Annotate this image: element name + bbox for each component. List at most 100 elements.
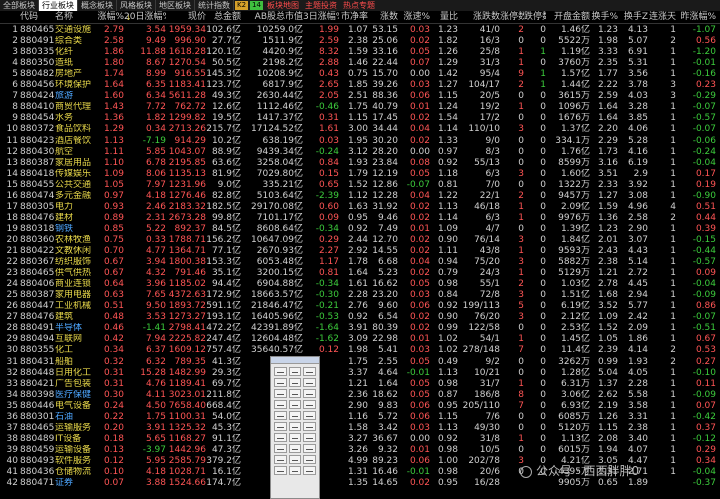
draw-tool-icon[interactable] (303, 400, 316, 409)
draw-tool-icon[interactable] (288, 422, 302, 431)
draw-tool-icon[interactable] (274, 389, 287, 398)
col-header-name[interactable]: 名称 (55, 11, 93, 23)
table-row[interactable]: 35880446电气设备0.244.507658.40668.4亿47149.2… (0, 401, 720, 412)
draw-tool-icon[interactable] (288, 367, 302, 376)
draw-tool-icon[interactable] (274, 466, 287, 475)
col-header-price[interactable]: 现价 (166, 11, 206, 23)
col-header-mktcap[interactable]: AB股总市值 (241, 11, 303, 23)
table-row[interactable]: 3 880335 化纤 1.86 11.88 1618.28 120.1亿 4420.9亿 8.… (0, 47, 720, 58)
tab-style-boards[interactable]: 风格板块 (117, 0, 156, 11)
table-row[interactable]: 8 880410 商贸代理 1.43 7.72 762.72 12.6亿 1112.46亿 -0… (0, 102, 720, 113)
draw-tool-icon[interactable] (288, 455, 302, 464)
tab-all-boards[interactable]: 全部板块 (0, 0, 39, 11)
draw-tool-icon[interactable] (303, 378, 316, 387)
draw-tool-icon[interactable] (303, 411, 316, 420)
draw-tool-icon[interactable] (303, 433, 316, 442)
tab-concept-boards[interactable]: 概念板块 (78, 0, 117, 11)
draw-tool-icon[interactable] (288, 378, 302, 387)
draw-tool-icon[interactable] (288, 433, 302, 442)
draw-tool-icon[interactable] (288, 400, 302, 409)
draw-tool-icon[interactable] (274, 400, 287, 409)
table-row[interactable]: 42 880471 证券 0.07 3.88 1524.66 174.7亿 1.35 14.65… (0, 478, 720, 489)
col-header-chg20[interactable]: 20日涨幅% (124, 11, 166, 23)
table-row[interactable]: 16 880474 多元金融 0.97 4.18 1276.46 82.8亿 5103.64亿… (0, 191, 720, 202)
col-header-amount[interactable]: 总金额 (206, 11, 241, 23)
draw-tool-icon[interactable] (303, 422, 316, 431)
table-row[interactable]: 6 880456 环境保护 1.64 6.35 1183.41 123.7亿 6817.9亿 2… (0, 80, 720, 91)
col-header-pb[interactable]: 市净率 (340, 11, 368, 23)
badge-14[interactable]: 14 (250, 1, 263, 10)
draw-tool-icon[interactable] (303, 455, 316, 464)
table-row[interactable]: 1 880465 交通设施 2.79 3.54 1959.34 102.6亿 10259.0亿… (0, 25, 720, 36)
tab-region-boards[interactable]: 地区板块 (156, 0, 195, 11)
col-header-openamt[interactable]: 开盘金额 (546, 11, 590, 23)
draw-tool-icon[interactable] (303, 444, 316, 453)
col-header-chg3[interactable]: 3日涨幅% (303, 11, 339, 23)
tab-hot-topics[interactable]: 热点专题 (340, 0, 378, 11)
col-header-updays[interactable]: 连涨天 (648, 11, 676, 23)
table-row[interactable]: 21 880422 文教休闲 0.70 4.77 1364.71 77.1亿 2670.93亿… (0, 246, 720, 257)
draw-tool-icon[interactable] (303, 466, 316, 475)
table-row[interactable]: 36880301石油0.221.751100.3154.0亿24025.1.16… (0, 412, 720, 423)
table-row[interactable]: 2 880491 综合类 2.58 9.49 996.90 27.7亿 1511.9亿 2.59… (0, 36, 720, 47)
draw-tool-icon[interactable] (288, 444, 302, 453)
drawing-tool-palette[interactable] (270, 356, 320, 499)
col-header-limitdown[interactable]: 跌停数 (524, 11, 546, 23)
draw-tool-icon[interactable] (274, 378, 287, 387)
table-row[interactable]: 29 880494 互联网 0.42 7.94 2225.82 247.4亿 12604.48… (0, 334, 720, 345)
col-header-speed[interactable]: 涨速% (398, 11, 430, 23)
table-row[interactable]: 9 880454 水务 1.36 1.82 1299.82 19.5亿 1417.37亿 0.3… (0, 113, 720, 124)
draw-tool-icon[interactable] (274, 455, 287, 464)
table-row[interactable]: 39880459运输设备0.13-3.971442.9647.3亿2927.3.… (0, 445, 720, 456)
col-header-idx[interactable] (0, 11, 18, 23)
draw-tool-icon[interactable] (288, 466, 302, 475)
table-row[interactable]: 19 880318 钢铁 0.85 5.22 892.37 84.5亿 8608.64亿 -0.… (0, 224, 720, 235)
draw-tool-icon[interactable] (274, 411, 287, 420)
table-row[interactable]: 4 880350 造纸 1.80 8.67 1270.54 50.5亿 2198.2亿 2.88… (0, 58, 720, 69)
table-row[interactable]: 25 880387 家用电器 0.63 7.65 4372.63 172.9亿 18663.5… (0, 290, 720, 301)
tab-theme-invest[interactable]: 主题投资 (302, 0, 340, 11)
table-row[interactable]: 31880431船舶0.326.32789.3541.3亿3895.1.752.… (0, 357, 720, 368)
table-row[interactable]: 11 880423 酒店餐饮 1.13 -7.19 914.29 10.2亿 638.19亿 0… (0, 136, 720, 147)
tab-board-map[interactable]: 板块地图 (264, 0, 302, 11)
draw-tool-icon[interactable] (303, 367, 316, 376)
col-header-limitup[interactable]: 涨停数 (500, 11, 524, 23)
draw-tool-icon[interactable] (274, 422, 287, 431)
draw-tool-icon[interactable] (288, 411, 302, 420)
palette-titlebar[interactable] (271, 357, 319, 364)
table-row[interactable]: 27 880476 建筑 0.48 3.53 1273.27 193.1亿 16405.96亿… (0, 312, 720, 323)
draw-tool-icon[interactable] (274, 444, 287, 453)
col-header-chg[interactable]: 涨幅% (94, 11, 124, 23)
table-row[interactable]: 18 880476 建材 0.89 2.31 2673.28 99.8亿 7101.17亿 0.… (0, 213, 720, 224)
col-header-volratio[interactable]: 量比 (430, 11, 458, 23)
col-header-prevchg[interactable]: 昨涨幅% (676, 11, 716, 23)
table-row[interactable]: 15 880455 公共交通 1.05 7.97 1231.96 9.0亿 335.21亿 0.… (0, 180, 720, 191)
tab-stat-index[interactable]: 统计指数 (195, 0, 234, 11)
col-header-updown[interactable]: 涨跌数 (458, 11, 500, 23)
table-row[interactable]: 5 880482 房地产 1.74 8.99 916.55 145.3亿 10208.9亿 0.… (0, 69, 720, 80)
col-header-turnover[interactable]: 换手% (590, 11, 618, 23)
draw-tool-icon[interactable] (274, 433, 287, 442)
table-row[interactable]: 12 880430 航空 1.11 5.85 1043.07 88.9亿 9439.34亿 -0… (0, 147, 720, 158)
table-row[interactable]: 20 880360 农林牧渔 0.75 0.33 1788.71 156.2亿 10647.0… (0, 235, 720, 246)
table-row[interactable]: 37880465运输服务0.203.911325.3245.3亿5869.1.5… (0, 423, 720, 434)
table-row[interactable]: 34880398医疗保健0.304.113023.01211.8亿18890.2… (0, 390, 720, 401)
col-header-turnoverz[interactable]: 换手Z (618, 11, 648, 23)
table-row[interactable]: 33880421广告包装0.314.761189.4169.7亿1893.1.2… (0, 379, 720, 390)
table-row[interactable]: 30 880355 化工 0.34 6.37 1609.12 757.4亿 35640.57亿… (0, 345, 720, 356)
table-row[interactable]: 10 880372 食品饮料 1.29 0.34 2713.26 215.7亿 17124.5… (0, 124, 720, 135)
draw-tool-icon[interactable] (303, 389, 316, 398)
table-row[interactable]: 32880448日用化工0.3115.281482.9929.3亿1893.3.… (0, 368, 720, 379)
table-row[interactable]: 17 880305 电力 0.93 2.46 2183.32 182.5亿 29170.08亿… (0, 202, 720, 213)
table-row[interactable]: 14 880418 传媒娱乐 1.09 8.06 1135.13 81.9亿 7029.80亿… (0, 169, 720, 180)
table-row[interactable]: 28 880491 半导体 0.46 -1.41 2798.41 472.2亿 42391.8… (0, 323, 720, 334)
table-row[interactable]: 26 880447 工业机械 0.51 9.50 1893.72 591.1亿 21846.4… (0, 301, 720, 312)
draw-tool-icon[interactable] (288, 389, 302, 398)
badge-k2[interactable]: K2 (235, 1, 249, 10)
col-header-code[interactable]: 代码 (20, 11, 54, 23)
table-row[interactable]: 24 880406 商业连锁 0.64 3.96 1185.02 94.4亿 6904.88亿… (0, 279, 720, 290)
table-row[interactable]: 22 880367 纺织服饰 0.67 3.94 1800.38 153.3亿 6053.48… (0, 257, 720, 268)
table-row[interactable]: 13 880387 家居用品 1.10 6.78 2195.85 63.6亿 3258.04亿… (0, 158, 720, 169)
col-header-upcnt[interactable]: 涨数 (368, 11, 398, 23)
table-row[interactable]: 38880489IT设备0.185.651168.2791.1亿5062.3.2… (0, 434, 720, 445)
